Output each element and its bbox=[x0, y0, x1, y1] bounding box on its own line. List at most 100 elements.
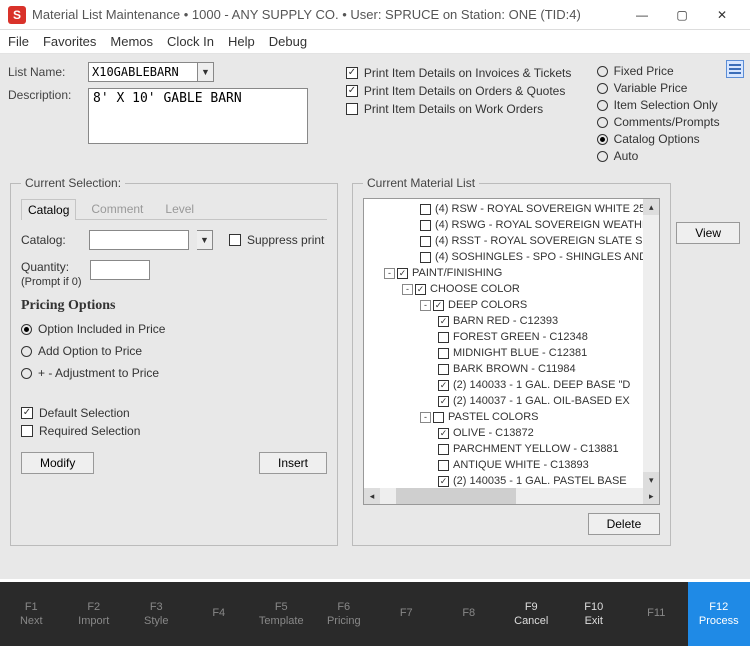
tree-row[interactable]: (4) RSST - ROYAL SOVEREIGN SLATE SHI bbox=[366, 233, 657, 249]
view-button[interactable]: View bbox=[676, 222, 740, 244]
tab-level[interactable]: Level bbox=[158, 198, 201, 219]
fkey-f10[interactable]: F10Exit bbox=[563, 582, 626, 646]
default-selection-checkbox[interactable] bbox=[21, 407, 33, 419]
mode-options: Fixed PriceVariable PriceItem Selection … bbox=[597, 62, 742, 166]
tree-expand-icon[interactable]: - bbox=[402, 284, 413, 295]
print-opt-2-checkbox[interactable] bbox=[346, 103, 358, 115]
scroll-left-icon[interactable]: ◂ bbox=[364, 488, 380, 504]
tree-checkbox[interactable] bbox=[420, 236, 431, 247]
tree-row[interactable]: (2) 140035 - 1 GAL. PASTEL BASE bbox=[366, 473, 657, 489]
mode-opt-2-radio[interactable] bbox=[597, 100, 608, 111]
tree-row[interactable]: -PASTEL COLORS bbox=[366, 409, 657, 425]
tree-checkbox[interactable] bbox=[433, 300, 444, 311]
app-logo: S bbox=[8, 6, 26, 24]
menu-favorites[interactable]: Favorites bbox=[43, 34, 96, 49]
mode-opt-3-label: Comments/Prompts bbox=[614, 115, 720, 129]
tree-checkbox[interactable] bbox=[397, 268, 408, 279]
tree-checkbox[interactable] bbox=[420, 220, 431, 231]
tree-row[interactable]: MIDNIGHT BLUE - C12381 bbox=[366, 345, 657, 361]
tab-comment[interactable]: Comment bbox=[84, 198, 150, 219]
options-menu-icon[interactable] bbox=[726, 60, 744, 78]
maximize-button[interactable]: ▢ bbox=[662, 0, 702, 30]
tree-checkbox[interactable] bbox=[438, 348, 449, 359]
pricing-options-title: Pricing Options bbox=[21, 298, 327, 314]
list-name-input[interactable] bbox=[88, 62, 198, 82]
tree-row[interactable]: -PAINT/FINISHING bbox=[366, 265, 657, 281]
tree-checkbox[interactable] bbox=[438, 364, 449, 375]
title-bar: S Material List Maintenance • 1000 - ANY… bbox=[0, 0, 750, 30]
suppress-print-checkbox[interactable] bbox=[229, 234, 241, 246]
scroll-right-icon[interactable]: ▸ bbox=[643, 488, 659, 504]
tree-expand-icon[interactable]: - bbox=[384, 268, 395, 279]
tree-checkbox[interactable] bbox=[415, 284, 426, 295]
print-opt-1-checkbox[interactable] bbox=[346, 85, 358, 97]
tree-checkbox[interactable] bbox=[438, 396, 449, 407]
tree-row[interactable]: (2) 140033 - 1 GAL. DEEP BASE "D bbox=[366, 377, 657, 393]
scroll-down-icon[interactable]: ▾ bbox=[643, 472, 659, 488]
tree-row[interactable]: (4) SOSHINGLES - SPO - SHINGLES AND A bbox=[366, 249, 657, 265]
tree-row[interactable]: BARN RED - C12393 bbox=[366, 313, 657, 329]
menu-debug[interactable]: Debug bbox=[269, 34, 307, 49]
close-button[interactable]: ✕ bbox=[702, 0, 742, 30]
fkey-f9[interactable]: F9Cancel bbox=[500, 582, 563, 646]
tree-row[interactable]: (4) RSW - ROYAL SOVEREIGN WHITE 25 Y bbox=[366, 201, 657, 217]
minimize-button[interactable]: — bbox=[622, 0, 662, 30]
material-list-legend: Current Material List bbox=[363, 176, 479, 190]
tree-checkbox[interactable] bbox=[420, 204, 431, 215]
tree-checkbox[interactable] bbox=[433, 412, 444, 423]
pricing-opt-1-radio[interactable] bbox=[21, 346, 32, 357]
tree-expand-icon[interactable]: - bbox=[420, 300, 431, 311]
menu-help[interactable]: Help bbox=[228, 34, 255, 49]
tree-row[interactable]: - CHOOSE COLOR bbox=[366, 281, 657, 297]
tree-checkbox[interactable] bbox=[438, 316, 449, 327]
tab-catalog[interactable]: Catalog bbox=[21, 199, 76, 220]
fkey-f12[interactable]: F12Process bbox=[688, 582, 750, 646]
modify-button[interactable]: Modify bbox=[21, 452, 94, 474]
tree-row[interactable]: (2) 140037 - 1 GAL. OIL-BASED EX bbox=[366, 393, 657, 409]
tree-checkbox[interactable] bbox=[438, 460, 449, 471]
tree-checkbox[interactable] bbox=[420, 252, 431, 263]
description-input[interactable]: 8' X 10' GABLE BARN bbox=[88, 88, 308, 144]
delete-button[interactable]: Delete bbox=[588, 513, 661, 535]
menu-clock-in[interactable]: Clock In bbox=[167, 34, 214, 49]
fkey-label: Import bbox=[78, 615, 109, 627]
material-tree[interactable]: (4) RSW - ROYAL SOVEREIGN WHITE 25 Y (4) … bbox=[363, 198, 660, 505]
mode-opt-1-radio[interactable] bbox=[597, 83, 608, 94]
insert-button[interactable]: Insert bbox=[259, 452, 327, 474]
tree-expand-icon[interactable]: - bbox=[420, 412, 431, 423]
fkey-key: F6 bbox=[337, 601, 350, 613]
tree-row[interactable]: (4) RSWG - ROYAL SOVEREIGN WEATHER bbox=[366, 217, 657, 233]
tree-row[interactable]: OLIVE - C13872 bbox=[366, 425, 657, 441]
tree-checkbox[interactable] bbox=[438, 380, 449, 391]
tree-label: (4) RSWG - ROYAL SOVEREIGN WEATHER bbox=[435, 219, 657, 231]
menu-file[interactable]: File bbox=[8, 34, 29, 49]
tree-checkbox[interactable] bbox=[438, 332, 449, 343]
mode-opt-4-radio[interactable] bbox=[597, 134, 608, 145]
print-opt-0-checkbox[interactable] bbox=[346, 67, 358, 79]
tree-vertical-scrollbar[interactable]: ▴ ▾ bbox=[643, 199, 659, 488]
mode-opt-3-radio[interactable] bbox=[597, 117, 608, 128]
tree-checkbox[interactable] bbox=[438, 428, 449, 439]
tree-checkbox[interactable] bbox=[438, 476, 449, 487]
list-name-dropdown-icon[interactable]: ▼ bbox=[198, 62, 214, 82]
scroll-thumb[interactable] bbox=[396, 488, 516, 504]
required-selection-checkbox[interactable] bbox=[21, 425, 33, 437]
menu-memos[interactable]: Memos bbox=[110, 34, 153, 49]
tree-row[interactable]: BARK BROWN - C11984 bbox=[366, 361, 657, 377]
tree-checkbox[interactable] bbox=[438, 444, 449, 455]
quantity-input[interactable] bbox=[90, 260, 150, 280]
mode-opt-5-radio[interactable] bbox=[597, 151, 608, 162]
pricing-opt-0-radio[interactable] bbox=[21, 324, 32, 335]
scroll-up-icon[interactable]: ▴ bbox=[643, 199, 659, 215]
tree-label: CHOOSE COLOR bbox=[430, 283, 520, 295]
catalog-dropdown-icon[interactable]: ▼ bbox=[197, 230, 213, 250]
tree-horizontal-scrollbar[interactable]: ◂ ▸ bbox=[364, 488, 659, 504]
pricing-opt-2-radio[interactable] bbox=[21, 368, 32, 379]
tree-row[interactable]: PARCHMENT YELLOW - C13881 bbox=[366, 441, 657, 457]
tree-row[interactable]: FOREST GREEN - C12348 bbox=[366, 329, 657, 345]
catalog-input[interactable] bbox=[89, 230, 189, 250]
fkey-key: F5 bbox=[275, 601, 288, 613]
tree-row[interactable]: -DEEP COLORS bbox=[366, 297, 657, 313]
mode-opt-0-radio[interactable] bbox=[597, 66, 608, 77]
tree-row[interactable]: ANTIQUE WHITE - C13893 bbox=[366, 457, 657, 473]
